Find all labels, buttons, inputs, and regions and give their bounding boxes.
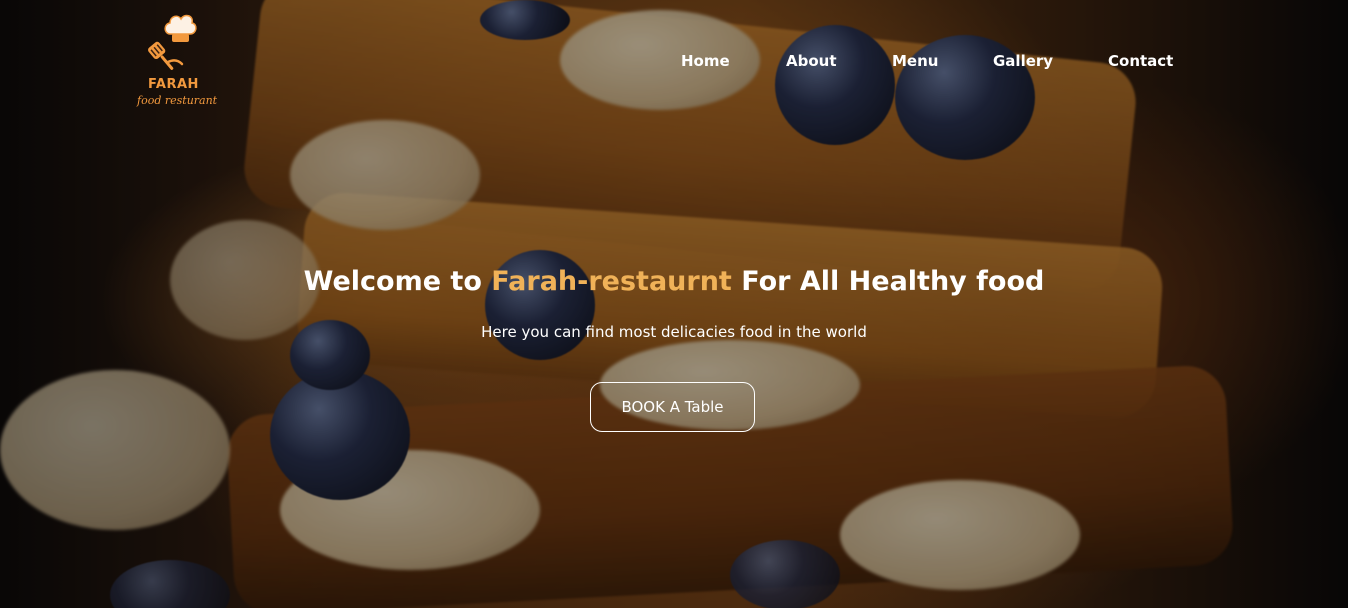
brand-name: FARAH bbox=[148, 77, 199, 92]
hero-headline-suffix: For All Healthy food bbox=[731, 266, 1045, 297]
nav-link-menu[interactable]: Menu bbox=[892, 52, 938, 70]
hero-headline-accent: Farah-restaurnt bbox=[491, 266, 732, 297]
nav-link-contact[interactable]: Contact bbox=[1108, 52, 1173, 70]
main-navigation: Home About Menu Gallery Contact bbox=[0, 52, 1348, 72]
hero-section: FARAH food resturant Home About Menu Gal… bbox=[0, 0, 1348, 608]
book-table-button[interactable]: BOOK A Table bbox=[590, 382, 755, 432]
nav-link-about[interactable]: About bbox=[786, 52, 837, 70]
hero-headline: Welcome to Farah-restaurnt For All Healt… bbox=[0, 266, 1348, 297]
nav-link-home[interactable]: Home bbox=[681, 52, 730, 70]
hero-headline-prefix: Welcome to bbox=[303, 266, 492, 297]
nav-link-gallery[interactable]: Gallery bbox=[993, 52, 1053, 70]
brand-tagline: food resturant bbox=[137, 94, 218, 107]
hero-subtitle: Here you can find most delicacies food i… bbox=[481, 323, 867, 341]
